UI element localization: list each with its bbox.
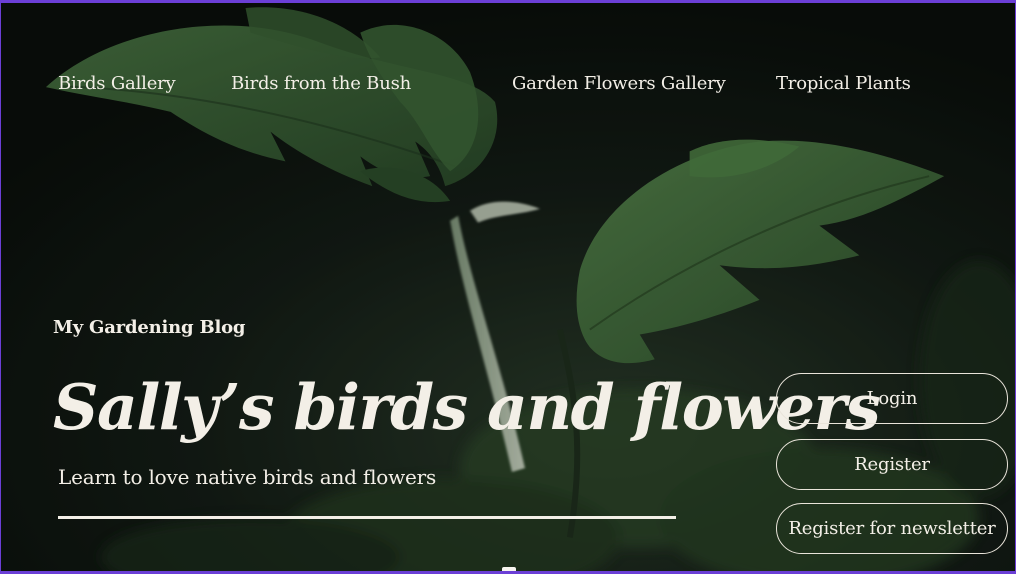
page-frame: Birds Gallery Birds from the Bush Garden… xyxy=(0,0,1016,574)
site-name: My Gardening Blog xyxy=(53,317,246,338)
login-button[interactable]: Login xyxy=(776,373,1008,424)
nav-link-birds-gallery[interactable]: Birds Gallery xyxy=(58,73,176,94)
main-nav: Birds Gallery Birds from the Bush Garden… xyxy=(1,73,1015,101)
page-title: Sally’s birds and flowers xyxy=(53,370,881,444)
nav-link-tropical-plants[interactable]: Tropical Plants xyxy=(776,73,911,94)
register-button[interactable]: Register xyxy=(776,439,1008,490)
title-divider xyxy=(58,516,676,519)
nav-link-birds-from-the-bush[interactable]: Birds from the Bush xyxy=(231,73,411,94)
scroll-indicator[interactable] xyxy=(502,567,516,571)
nav-link-garden-flowers-gallery[interactable]: Garden Flowers Gallery xyxy=(512,73,726,94)
page-subtitle: Learn to love native birds and flowers xyxy=(58,465,437,489)
newsletter-register-button[interactable]: Register for newsletter xyxy=(776,503,1008,554)
